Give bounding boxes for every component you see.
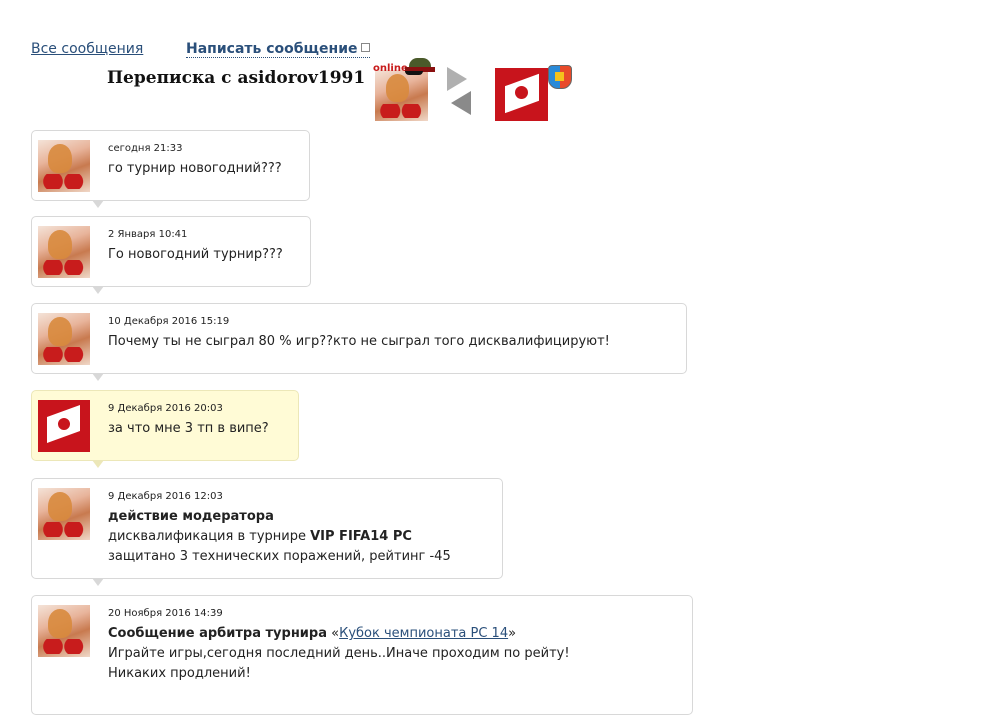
all-messages-link[interactable]: Все сообщения xyxy=(31,41,143,57)
message-text: Никаких продлений! xyxy=(108,666,251,681)
message-text: защитано 3 технических поражений, рейтин… xyxy=(108,549,451,564)
message-date: 10 Декабря 2016 15:19 xyxy=(108,316,230,327)
message-heading-line: Сообщение арбитра турнира «Кубок чемпион… xyxy=(108,624,684,644)
my-avatar[interactable] xyxy=(495,68,548,121)
conversation-title: Переписка с asidorov1991 xyxy=(107,68,366,88)
bubble-tail xyxy=(92,578,104,586)
write-message-link[interactable]: Написать сообщение xyxy=(186,41,370,58)
sender-avatar[interactable] xyxy=(38,140,90,192)
sender-avatar[interactable] xyxy=(38,400,90,452)
bubble-tail xyxy=(92,200,104,208)
message-date: 2 Января 10:41 xyxy=(108,229,188,240)
rank-shield-icon xyxy=(548,65,572,89)
exchange-arrows-icon xyxy=(447,67,473,117)
message-heading: действие модератора xyxy=(108,509,274,524)
message-text: Почему ты не сыграл 80 % игр??кто не сыг… xyxy=(108,334,610,349)
write-message-label: Написать сообщение xyxy=(186,41,358,57)
bubble-tail xyxy=(92,460,104,468)
sender-avatar[interactable] xyxy=(38,313,90,365)
popup-window-icon xyxy=(360,43,370,52)
message-date: 9 Декабря 2016 12:03 xyxy=(108,491,223,502)
message-text: за что мне 3 тп в випе? xyxy=(108,421,269,436)
message-item: сегодня 21:33 го турнир новогодний??? xyxy=(31,130,310,208)
sender-avatar[interactable] xyxy=(38,488,90,540)
message-date: 20 Ноября 2016 14:39 xyxy=(108,608,223,619)
message-nav: Все сообщения Написать сообщение xyxy=(31,41,370,58)
sender-avatar[interactable] xyxy=(38,226,90,278)
quote-close: » xyxy=(508,626,517,641)
message-item: 10 Декабря 2016 15:19 Почему ты не сыгра… xyxy=(31,303,687,381)
message-text: дисквалификация в турнире VIP FIFA14 PC xyxy=(108,527,494,547)
message-text-prefix: дисквалификация в турнире xyxy=(108,529,311,544)
message-text: го турнир новогодний??? xyxy=(108,161,282,176)
message-item: 2 Января 10:41 Го новогодний турнир??? xyxy=(31,216,311,294)
message-item-own: 9 Декабря 2016 20:03 за что мне 3 тп в в… xyxy=(31,390,299,468)
tournament-name: VIP FIFA14 PC xyxy=(310,529,412,544)
partner-avatar[interactable] xyxy=(375,70,428,121)
message-date: сегодня 21:33 xyxy=(108,143,183,154)
bubble-tail xyxy=(92,373,104,381)
message-date: 9 Декабря 2016 20:03 xyxy=(108,403,223,414)
quote-open: « xyxy=(331,626,340,641)
bubble-tail xyxy=(92,286,104,294)
sender-avatar[interactable] xyxy=(38,605,90,657)
message-item: 9 Декабря 2016 12:03 действие модератора… xyxy=(31,478,503,586)
military-cap-icon xyxy=(405,58,435,76)
message-heading: Сообщение арбитра турнира xyxy=(108,626,327,641)
message-item: 20 Ноября 2016 14:39 Сообщение арбитра т… xyxy=(31,595,693,715)
tournament-link[interactable]: Кубок чемпионата PC 14 xyxy=(339,626,508,641)
message-text: Го новогодний турнир??? xyxy=(108,247,283,262)
online-status: online xyxy=(373,63,408,74)
message-text: Играйте игры,сегодня последний день..Ина… xyxy=(108,646,570,661)
